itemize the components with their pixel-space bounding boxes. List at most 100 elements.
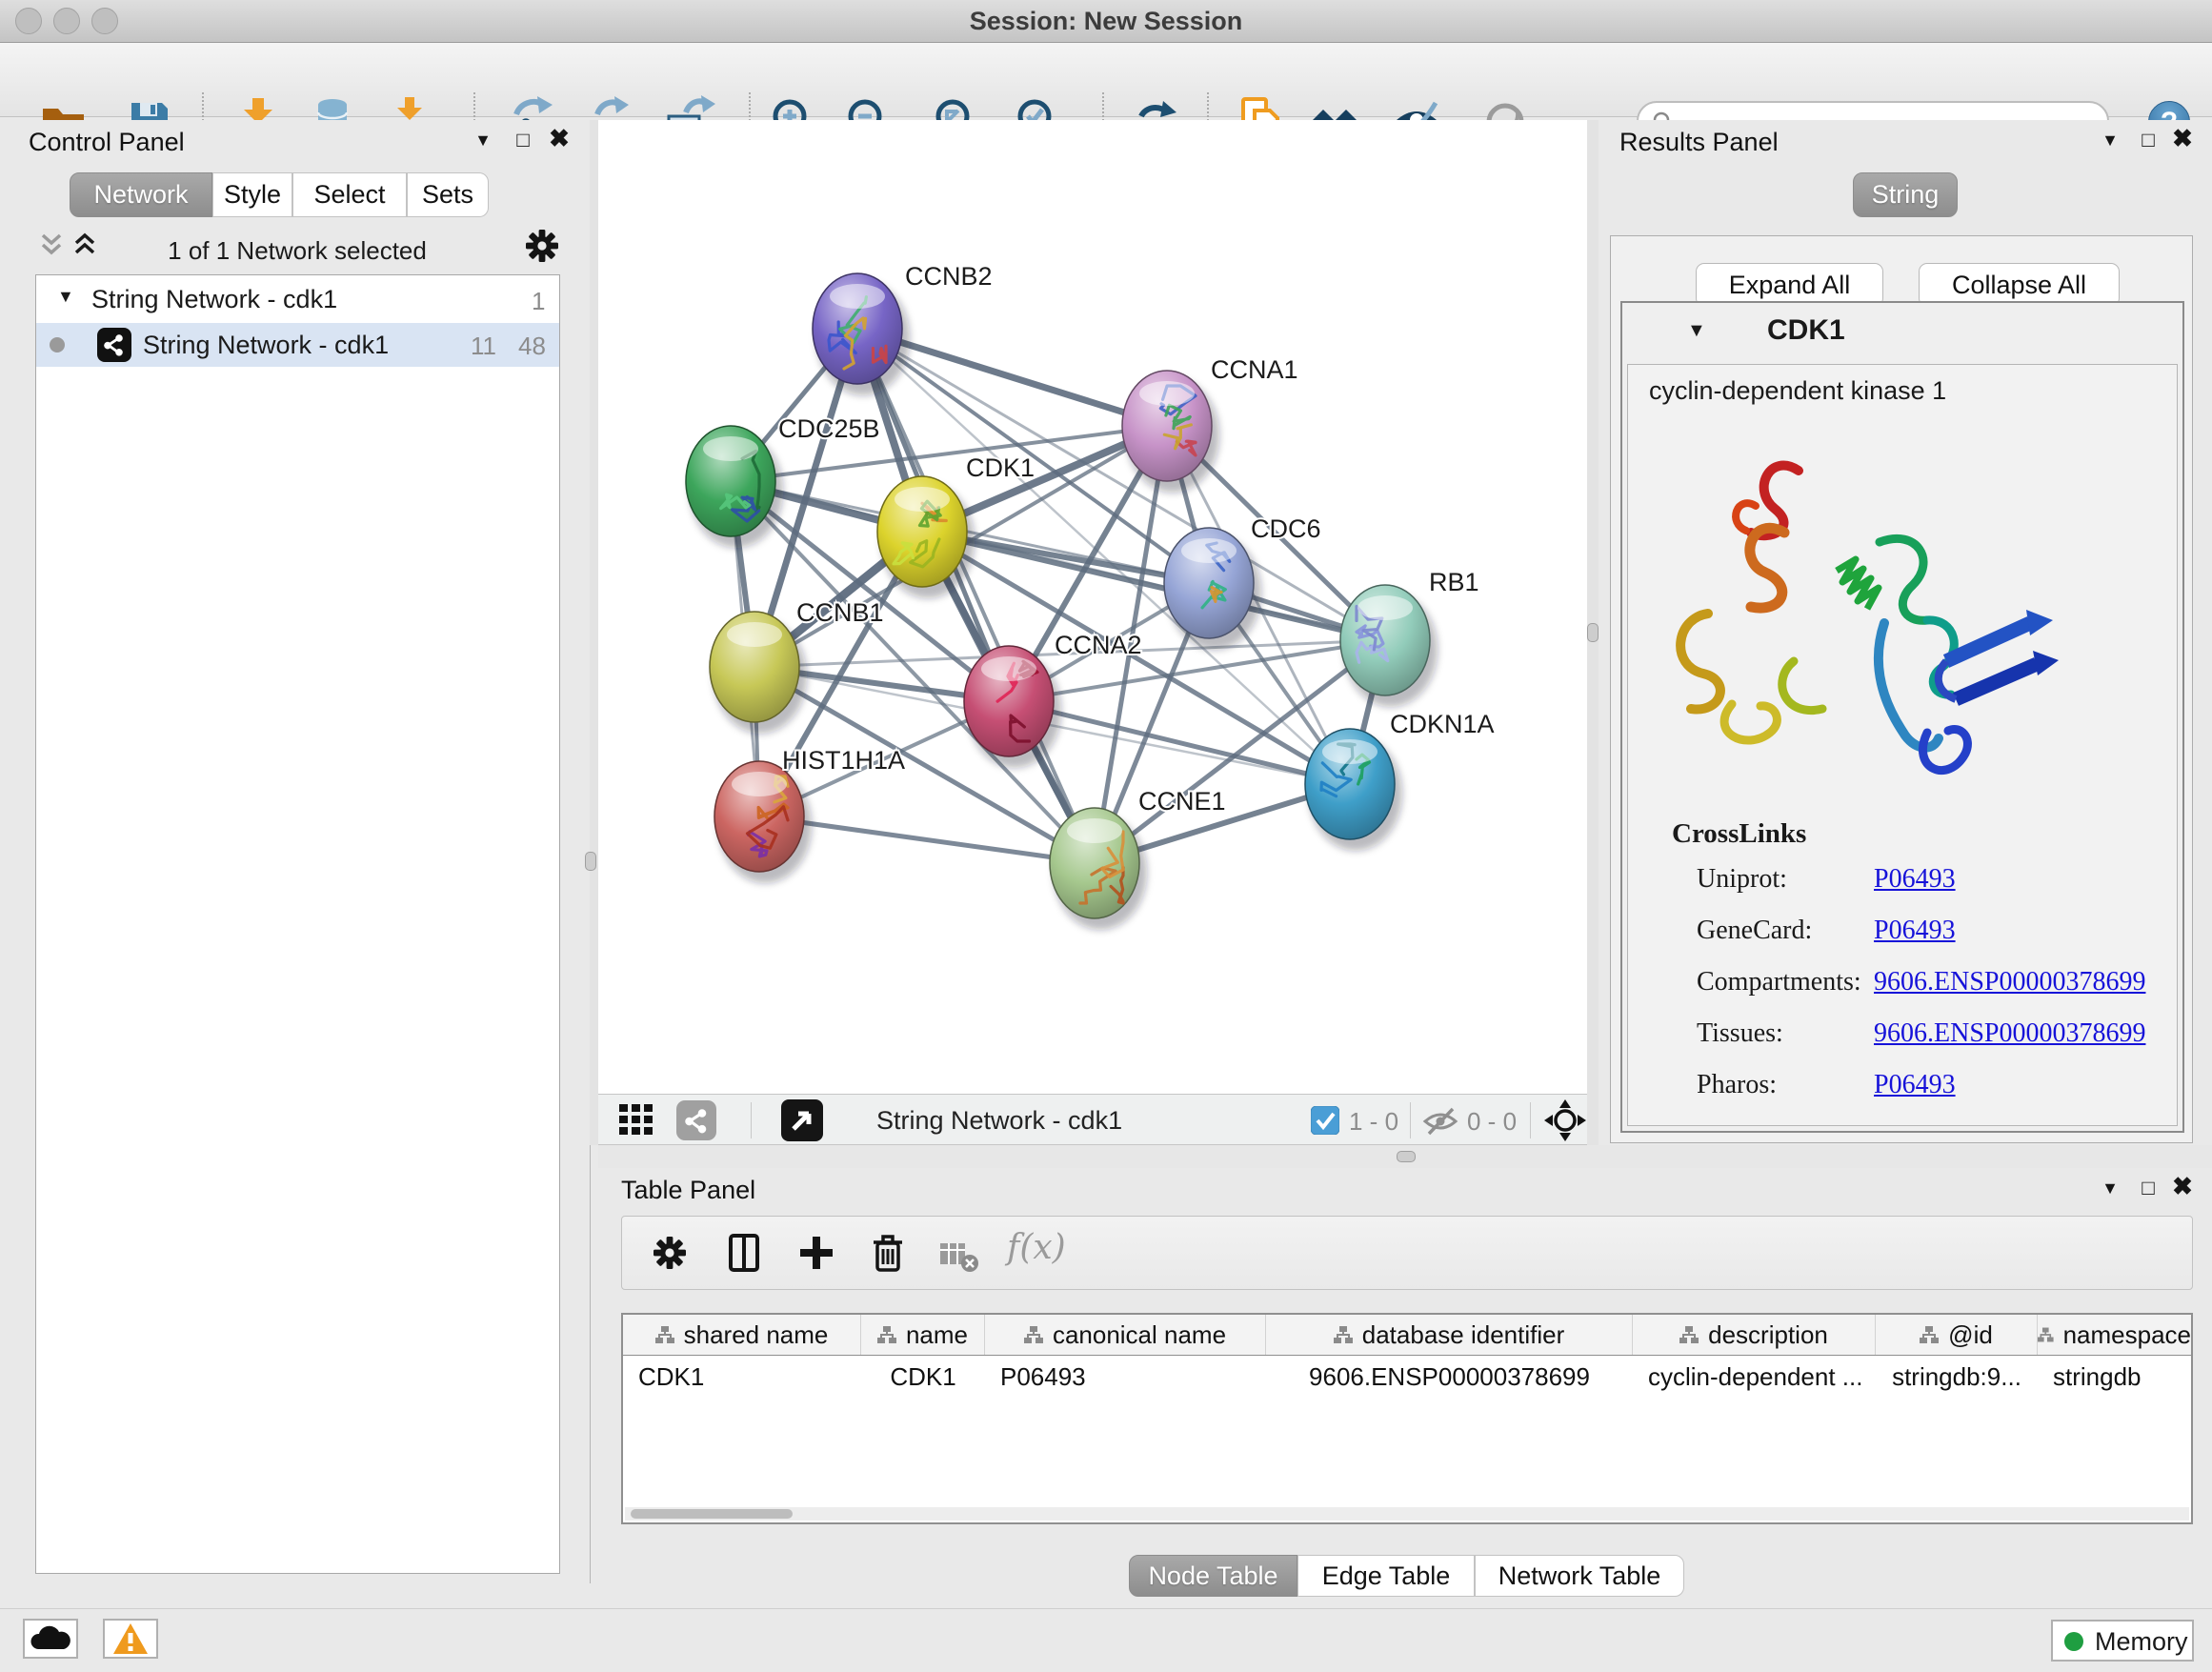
network-node-count: 11 bbox=[471, 332, 496, 361]
statusbar-separator bbox=[1530, 1102, 1531, 1138]
column-type-icon bbox=[1024, 1325, 1043, 1344]
selected-count-text: 1 - 0 bbox=[1349, 1107, 1398, 1137]
column-header[interactable]: shared name bbox=[623, 1315, 861, 1355]
column-label: canonical name bbox=[1053, 1320, 1226, 1350]
main-toolbar: ? bbox=[0, 43, 2212, 117]
tab-network-table[interactable]: Network Table bbox=[1475, 1555, 1684, 1597]
node-label-CDKN1A: CDKN1A bbox=[1390, 710, 1495, 738]
tree-expander-icon[interactable]: ▼ bbox=[57, 287, 74, 307]
table-panel-menu-button[interactable]: ▼ bbox=[2096, 1174, 2124, 1202]
tab-select[interactable]: Select bbox=[292, 172, 407, 217]
gear-icon[interactable] bbox=[521, 225, 563, 267]
control-panel-menu-button[interactable]: ▼ bbox=[469, 126, 497, 154]
cell-description[interactable]: cyclin-dependent ... bbox=[1633, 1356, 1876, 1398]
title-bar: Session: New Session bbox=[0, 0, 2212, 43]
network-edge[interactable] bbox=[922, 532, 1385, 640]
column-header[interactable]: database identifier bbox=[1266, 1315, 1633, 1355]
column-type-icon bbox=[2038, 1325, 2054, 1344]
network-collection-row[interactable]: ▼ String Network - cdk1 1 bbox=[36, 279, 559, 323]
crosslink-tissues-link[interactable]: 9606.ENSP00000378699 bbox=[1874, 1018, 2145, 1049]
hidden-eye-slash-icon[interactable] bbox=[1421, 1106, 1459, 1137]
network-graph[interactable]: CCNB2CCNA1CDC25BCDK1CDC6RB1CCNB1CCNA2CDK… bbox=[598, 120, 1587, 1094]
column-label: namespace bbox=[2063, 1320, 2191, 1350]
horizontal-scrollbar-track[interactable] bbox=[625, 1507, 2189, 1521]
cell-namespace[interactable]: stringdb bbox=[2038, 1356, 2191, 1398]
network-edge-count: 48 bbox=[518, 332, 546, 361]
cell-shared-name[interactable]: CDK1 bbox=[623, 1356, 861, 1398]
network-row-selected[interactable]: String Network - cdk1 11 48 bbox=[36, 323, 559, 367]
delete-table-icon[interactable] bbox=[938, 1236, 980, 1274]
splitter-handle[interactable] bbox=[1397, 1151, 1416, 1162]
cloud-icon bbox=[25, 1621, 76, 1657]
statusbar-separator bbox=[751, 1102, 752, 1138]
section-collapse-icon[interactable]: ▼ bbox=[1687, 320, 1706, 342]
hidden-count-text: 0 - 0 bbox=[1467, 1107, 1517, 1137]
show-columns-icon[interactable] bbox=[723, 1232, 765, 1274]
horizontal-scrollbar-thumb[interactable] bbox=[631, 1509, 793, 1519]
results-panel-float-button[interactable]: □ bbox=[2134, 126, 2162, 154]
crosslink-pharos-link[interactable]: P06493 bbox=[1874, 1070, 1956, 1100]
open-in-window-icon[interactable] bbox=[781, 1099, 823, 1141]
column-label: description bbox=[1708, 1320, 1828, 1350]
network-edge[interactable] bbox=[857, 329, 1095, 863]
vertical-splitter-left[interactable] bbox=[590, 120, 598, 1145]
selected-checkbox-icon[interactable] bbox=[1311, 1106, 1339, 1135]
window-title: Session: New Session bbox=[0, 0, 2212, 42]
warning-status-button[interactable] bbox=[103, 1619, 158, 1659]
table-toolbar: f(x) bbox=[621, 1216, 2193, 1290]
tab-node-table[interactable]: Node Table bbox=[1129, 1555, 1297, 1597]
column-header[interactable]: name bbox=[861, 1315, 985, 1355]
section-body: cyclin-dependent kinase 1 bbox=[1627, 364, 2178, 1126]
table-panel-float-button[interactable]: □ bbox=[2134, 1174, 2162, 1202]
collapse-all-chevron-icon[interactable] bbox=[37, 231, 66, 259]
table-row[interactable]: CDK1 CDK1 P06493 9606.ENSP00000378699 cy… bbox=[623, 1356, 2191, 1398]
column-header[interactable]: @id bbox=[1876, 1315, 2038, 1355]
control-panel-float-button[interactable]: □ bbox=[509, 126, 537, 154]
grid-mode-icon[interactable] bbox=[619, 1104, 654, 1137]
splitter-handle[interactable] bbox=[585, 852, 596, 871]
results-panel-close-button[interactable]: ✖ bbox=[2168, 124, 2197, 152]
table-settings-gear-icon[interactable] bbox=[649, 1232, 691, 1274]
column-header[interactable]: namespace bbox=[2038, 1315, 2191, 1355]
memory-button[interactable]: Memory bbox=[2051, 1620, 2194, 1662]
tab-style[interactable]: Style bbox=[212, 172, 292, 217]
splitter-handle[interactable] bbox=[1587, 623, 1599, 642]
crosslink-compartments-link[interactable]: 9606.ENSP00000378699 bbox=[1874, 967, 2145, 997]
navigator-crosshair-icon[interactable] bbox=[1543, 1098, 1587, 1142]
crosslink-uniprot-link[interactable]: P06493 bbox=[1874, 864, 1956, 895]
node-label-HIST1H1A: HIST1H1A bbox=[782, 746, 905, 775]
bottom-status-bar: Memory bbox=[0, 1608, 2212, 1672]
column-label: @id bbox=[1948, 1320, 1993, 1350]
memory-status-dot bbox=[2064, 1632, 2083, 1651]
column-label: database identifier bbox=[1362, 1320, 1564, 1350]
column-type-icon bbox=[1679, 1325, 1699, 1344]
memory-label: Memory bbox=[2095, 1627, 2188, 1657]
control-panel-close-button[interactable]: ✖ bbox=[545, 124, 573, 152]
cell-id[interactable]: stringdb:9... bbox=[1876, 1356, 2038, 1398]
crosslink-label: Uniprot: bbox=[1697, 864, 1787, 895]
crosslink-genecard-link[interactable]: P06493 bbox=[1874, 916, 1956, 946]
share-mode-icon[interactable] bbox=[676, 1100, 716, 1140]
delete-column-trash-icon[interactable] bbox=[866, 1230, 910, 1274]
cell-database-identifier[interactable]: 9606.ENSP00000378699 bbox=[1266, 1356, 1633, 1398]
tab-network[interactable]: Network bbox=[70, 172, 212, 217]
node-label-CCNB1: CCNB1 bbox=[796, 598, 884, 627]
cell-name[interactable]: CDK1 bbox=[861, 1356, 985, 1398]
function-builder-icon[interactable]: f(x) bbox=[1007, 1228, 1066, 1267]
section-title: CDK1 bbox=[1767, 314, 1845, 347]
column-header[interactable]: description bbox=[1633, 1315, 1876, 1355]
tab-string[interactable]: String bbox=[1853, 172, 1958, 217]
column-type-icon bbox=[1334, 1325, 1353, 1344]
results-panel-menu-button[interactable]: ▼ bbox=[2096, 126, 2124, 154]
network-canvas[interactable]: CCNB2CCNA1CDC25BCDK1CDC6RB1CCNB1CCNA2CDK… bbox=[598, 120, 1587, 1094]
table-panel-close-button[interactable]: ✖ bbox=[2168, 1172, 2197, 1200]
cell-canonical-name[interactable]: P06493 bbox=[985, 1356, 1266, 1398]
tab-edge-table[interactable]: Edge Table bbox=[1297, 1555, 1475, 1597]
crosslink-label: Tissues: bbox=[1697, 1018, 1783, 1049]
cloud-status-button[interactable] bbox=[23, 1619, 78, 1659]
create-column-plus-icon[interactable] bbox=[795, 1232, 837, 1274]
expand-all-chevron-icon[interactable] bbox=[70, 231, 99, 259]
tab-sets[interactable]: Sets bbox=[407, 172, 489, 217]
crosslink-label: Pharos: bbox=[1697, 1070, 1777, 1100]
column-header[interactable]: canonical name bbox=[985, 1315, 1266, 1355]
